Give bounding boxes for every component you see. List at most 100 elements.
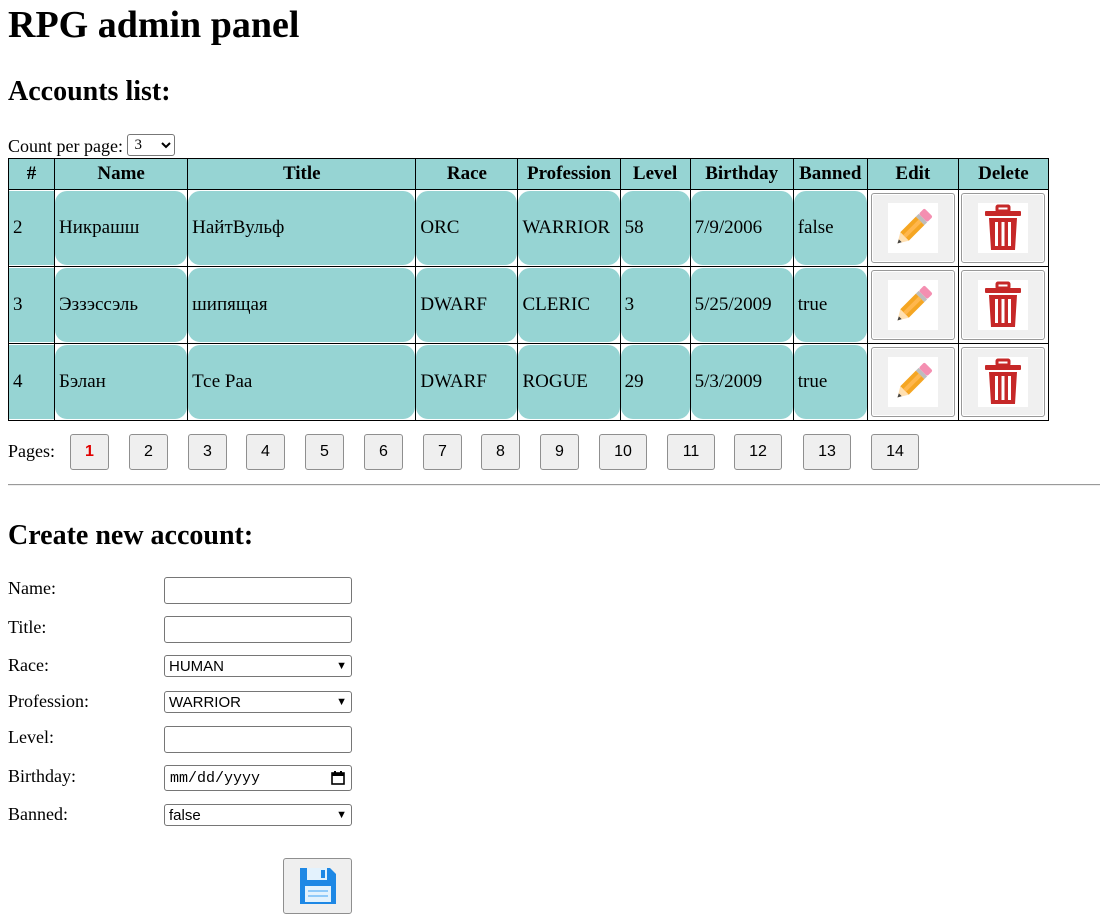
cell-title-value: Тсе Раа bbox=[188, 345, 416, 419]
delete-icon-box bbox=[978, 357, 1029, 407]
page-button-10[interactable]: 10 bbox=[599, 434, 647, 470]
edit-button[interactable] bbox=[870, 193, 955, 263]
cell-delete bbox=[957, 189, 1050, 267]
title-input[interactable] bbox=[164, 616, 352, 643]
header-id: # bbox=[7, 158, 56, 190]
pencil-icon bbox=[897, 286, 932, 321]
cell-banned-value: true bbox=[793, 268, 867, 342]
cell-name-value: Эззэссэль bbox=[55, 268, 188, 342]
cell-name: Бэлан bbox=[54, 343, 189, 421]
cell-title-value: шипящая bbox=[188, 268, 416, 342]
page-button-1[interactable]: 1 bbox=[70, 434, 109, 470]
form-row-level: Level: bbox=[8, 726, 408, 753]
count-per-page-label: Count per page: bbox=[8, 136, 123, 156]
title-label: Title: bbox=[8, 617, 47, 637]
trash-icon bbox=[985, 204, 1022, 250]
pencil-icon bbox=[897, 209, 932, 244]
cell-level-value: 3 bbox=[620, 268, 690, 342]
page-button-3[interactable]: 3 bbox=[188, 434, 227, 470]
cell-banned: true bbox=[792, 266, 868, 344]
form-row-birthday: Birthday: mm/dd/yyyy bbox=[8, 765, 408, 791]
chevron-down-icon: ▼ bbox=[336, 809, 347, 821]
count-per-page-select[interactable]: 3 bbox=[127, 134, 176, 156]
cell-birthday: 7/9/2006 bbox=[689, 189, 794, 267]
table-row: 4 Бэлан Тсе Раа DWARF ROGUE 29 5/3/2009 true bbox=[7, 343, 1050, 421]
profession-select-value: WARRIOR bbox=[169, 693, 241, 711]
banned-label: Banned: bbox=[8, 804, 68, 824]
delete-button[interactable] bbox=[961, 270, 1046, 340]
page-button-11[interactable]: 11 bbox=[667, 434, 715, 470]
page-button-5[interactable]: 5 bbox=[305, 434, 344, 470]
banned-select[interactable]: false ▼ bbox=[164, 804, 352, 826]
cell-name: Эззэссэль bbox=[54, 266, 189, 344]
accounts-heading: Accounts list: bbox=[8, 76, 171, 107]
calendar-icon[interactable] bbox=[330, 770, 346, 786]
form-row-name: Name: bbox=[8, 577, 408, 604]
cell-race-value: DWARF bbox=[416, 345, 518, 419]
header-race: Race bbox=[415, 158, 519, 190]
pages-label: Pages: bbox=[8, 441, 55, 461]
birthday-input[interactable]: mm/dd/yyyy bbox=[164, 765, 352, 791]
cell-level: 58 bbox=[619, 189, 691, 267]
table-header-row: # Name Title Race Profession Level Birth… bbox=[7, 158, 1050, 190]
edit-icon-box bbox=[887, 357, 938, 407]
delete-icon-box bbox=[978, 280, 1029, 330]
race-select[interactable]: HUMAN ▼ bbox=[164, 655, 352, 677]
cell-birthday: 5/25/2009 bbox=[689, 266, 794, 344]
page-button-7[interactable]: 7 bbox=[423, 434, 462, 470]
cell-race-value: DWARF bbox=[416, 268, 518, 342]
edit-icon-box bbox=[887, 280, 938, 330]
delete-button[interactable] bbox=[961, 193, 1046, 263]
edit-button[interactable] bbox=[870, 347, 955, 417]
cell-id-value: 4 bbox=[9, 345, 55, 419]
cell-delete bbox=[957, 343, 1050, 421]
cell-edit bbox=[866, 343, 959, 421]
cell-title: шипящая bbox=[187, 266, 417, 344]
name-input[interactable] bbox=[164, 577, 352, 604]
level-input[interactable] bbox=[164, 726, 352, 753]
profession-select[interactable]: WARRIOR ▼ bbox=[164, 691, 352, 713]
cell-race-value: ORC bbox=[416, 191, 518, 265]
birthday-label: Birthday: bbox=[8, 766, 76, 786]
header-delete: Delete bbox=[957, 158, 1050, 190]
cell-id: 4 bbox=[7, 343, 56, 421]
cell-banned-value: false bbox=[793, 191, 867, 265]
count-per-page-row: Count per page: 3 bbox=[8, 134, 176, 158]
form-row-race: Race: HUMAN ▼ bbox=[8, 655, 408, 677]
cell-id-value: 3 bbox=[9, 268, 55, 342]
cell-birthday: 5/3/2009 bbox=[689, 343, 794, 421]
race-label: Race: bbox=[8, 655, 49, 675]
cell-race: ORC bbox=[415, 189, 519, 267]
page-button-9[interactable]: 9 bbox=[540, 434, 579, 470]
cell-id: 3 bbox=[7, 266, 56, 344]
header-level: Level bbox=[619, 158, 691, 190]
form-row-title: Title: bbox=[8, 616, 408, 643]
cell-title: НайтВульф bbox=[187, 189, 417, 267]
cell-level: 29 bbox=[619, 343, 691, 421]
cell-edit bbox=[866, 266, 959, 344]
page-button-8[interactable]: 8 bbox=[481, 434, 520, 470]
page-button-4[interactable]: 4 bbox=[246, 434, 285, 470]
page-button-12[interactable]: 12 bbox=[734, 434, 782, 470]
page-title: RPG admin panel bbox=[8, 4, 300, 46]
cell-banned: true bbox=[792, 343, 868, 421]
header-name: Name bbox=[54, 158, 189, 190]
cell-profession: ROGUE bbox=[517, 343, 621, 421]
level-label: Level: bbox=[8, 727, 54, 747]
name-label: Name: bbox=[8, 578, 56, 598]
page-button-2[interactable]: 2 bbox=[129, 434, 168, 470]
header-banned: Banned bbox=[792, 158, 868, 190]
trash-icon bbox=[985, 281, 1022, 327]
table-row: 2 Никрашш НайтВульф ORC WARRIOR 58 7/9/2006 fal… bbox=[7, 189, 1050, 267]
page-button-13[interactable]: 13 bbox=[803, 434, 851, 470]
trash-icon bbox=[985, 358, 1022, 404]
edit-button[interactable] bbox=[870, 270, 955, 340]
page-button-14[interactable]: 14 bbox=[871, 434, 919, 470]
save-button[interactable] bbox=[283, 858, 352, 914]
cell-name: Никрашш bbox=[54, 189, 189, 267]
cell-profession-value: ROGUE bbox=[518, 345, 620, 419]
cell-banned: false bbox=[792, 189, 868, 267]
page-button-6[interactable]: 6 bbox=[364, 434, 403, 470]
cell-name-value: Бэлан bbox=[55, 345, 188, 419]
delete-button[interactable] bbox=[961, 347, 1046, 417]
